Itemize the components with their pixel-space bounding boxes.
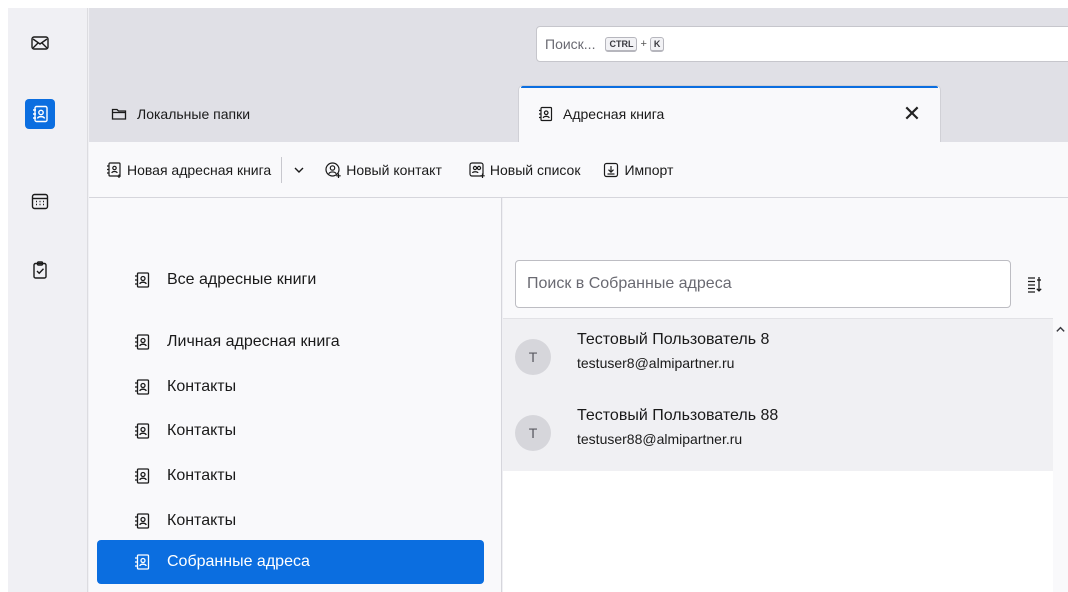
app-window: Поиск... CTRL + K Локальные папки Адресн… (8, 8, 1068, 592)
chevron-up-icon (1056, 326, 1065, 332)
book-label: Контакты (167, 467, 237, 484)
book-label: Контакты (167, 378, 237, 395)
mail-space-button[interactable] (25, 28, 55, 58)
contact-email: testuser88@almipartner.ru (577, 431, 743, 447)
new-list-icon (469, 161, 485, 178)
book-label: Контакты (167, 512, 237, 529)
spaces-toolbar (8, 8, 88, 592)
book-label: Все адресные книги (167, 271, 317, 288)
address-book-toolbar: Новая адресная книга Новый контакт Новый… (89, 142, 1068, 198)
list-item[interactable]: Т Тестовый Пользователь 88 testuser88@al… (503, 395, 1053, 471)
chevron-down-icon (294, 167, 304, 173)
address-book-icon (539, 106, 553, 122)
list-scrollbar[interactable] (1053, 318, 1068, 592)
book-label: Личная адресная книга (167, 333, 340, 350)
book-personal[interactable]: Личная адресная книга (97, 320, 484, 364)
contacts-search-input[interactable]: Поиск в Собранные адреса (515, 260, 1011, 308)
shortcut-plus: + (640, 38, 647, 50)
book-label: Собранные адреса (167, 553, 310, 570)
list-item[interactable]: Т Тестовый Пользователь 8 testuser8@almi… (503, 319, 1053, 395)
book-contacts-4[interactable]: Контакты (97, 499, 484, 543)
tab-close-button[interactable]: ✕ (902, 101, 922, 126)
cards-pane: Поиск в Собранные адреса Т Тестовый Поль… (503, 198, 1068, 592)
avatar: Т (515, 415, 551, 451)
clipboard-icon (33, 261, 47, 279)
address-book-icon (135, 554, 150, 570)
address-book-icon (135, 272, 150, 288)
new-address-book-button[interactable]: Новая адресная книга (99, 154, 277, 186)
contact-email: testuser8@almipartner.ru (577, 355, 735, 371)
address-book-space-button[interactable] (25, 99, 55, 129)
avatar: Т (515, 339, 551, 375)
tab-strip: Локальные папки Адресная книга ✕ (89, 80, 1068, 142)
shortcut-k-key: K (649, 36, 665, 52)
contact-name: Тестовый Пользователь 8 (577, 331, 770, 348)
folder-icon (111, 108, 127, 120)
new-contact-button[interactable]: Новый контакт (318, 154, 448, 186)
tab-local-folders-label: Локальные папки (137, 106, 251, 122)
tasks-space-button[interactable] (25, 255, 55, 285)
book-all-address-books[interactable]: Все адресные книги (97, 258, 484, 302)
address-book-icon (135, 513, 150, 529)
contact-name: Тестовый Пользователь 88 (577, 407, 779, 424)
import-button[interactable]: Импорт (596, 154, 679, 186)
tab-address-book-label: Адресная книга (563, 106, 665, 122)
close-icon: ✕ (902, 101, 922, 126)
address-books-pane: Все адресные книги Личная адресная книга… (89, 198, 502, 592)
new-address-book-icon (107, 161, 121, 178)
calendar-space-button[interactable] (25, 186, 55, 216)
import-icon (604, 162, 619, 177)
list-options-button[interactable] (1023, 272, 1047, 296)
new-address-book-label: Новая адресная книга (127, 161, 272, 178)
new-contact-icon (325, 161, 341, 178)
global-search-input[interactable]: Поиск... CTRL + K (536, 26, 1068, 62)
global-search-placeholder: Поиск... (545, 36, 596, 52)
calendar-icon (31, 193, 49, 210)
address-book-icon (135, 379, 150, 395)
book-contacts-1[interactable]: Контакты (97, 365, 484, 409)
shortcut-ctrl-key: CTRL (605, 36, 638, 52)
address-book-icon (135, 423, 150, 439)
toolbar-divider (281, 156, 283, 183)
address-book-icon (135, 334, 150, 350)
new-contact-label: Новый контакт (346, 161, 442, 178)
address-book-icon (135, 468, 150, 484)
book-label: Контакты (167, 422, 237, 439)
new-address-book-menu-button[interactable] (288, 154, 310, 186)
unified-toolbar: Поиск... CTRL + K (89, 8, 1068, 80)
book-collected-addresses[interactable]: Собранные адреса (97, 540, 484, 584)
tab-address-book[interactable]: Адресная книга ✕ (519, 86, 940, 142)
book-contacts-3[interactable]: Контакты (97, 454, 484, 498)
new-list-label: Новый список (489, 161, 581, 178)
import-label: Импорт (624, 161, 674, 178)
list-options-icon (1028, 277, 1042, 293)
book-contacts-2[interactable]: Контакты (97, 409, 484, 453)
contacts-list: Т Тестовый Пользователь 8 testuser8@almi… (503, 318, 1053, 592)
address-book-icon (33, 105, 48, 123)
scroll-up-button[interactable] (1053, 318, 1068, 340)
envelope-icon (31, 36, 49, 50)
tab-local-folders[interactable]: Локальные папки (89, 86, 519, 142)
new-list-button[interactable]: Новый список (462, 154, 587, 186)
contacts-search-placeholder: Поиск в Собранные адреса (527, 275, 732, 292)
